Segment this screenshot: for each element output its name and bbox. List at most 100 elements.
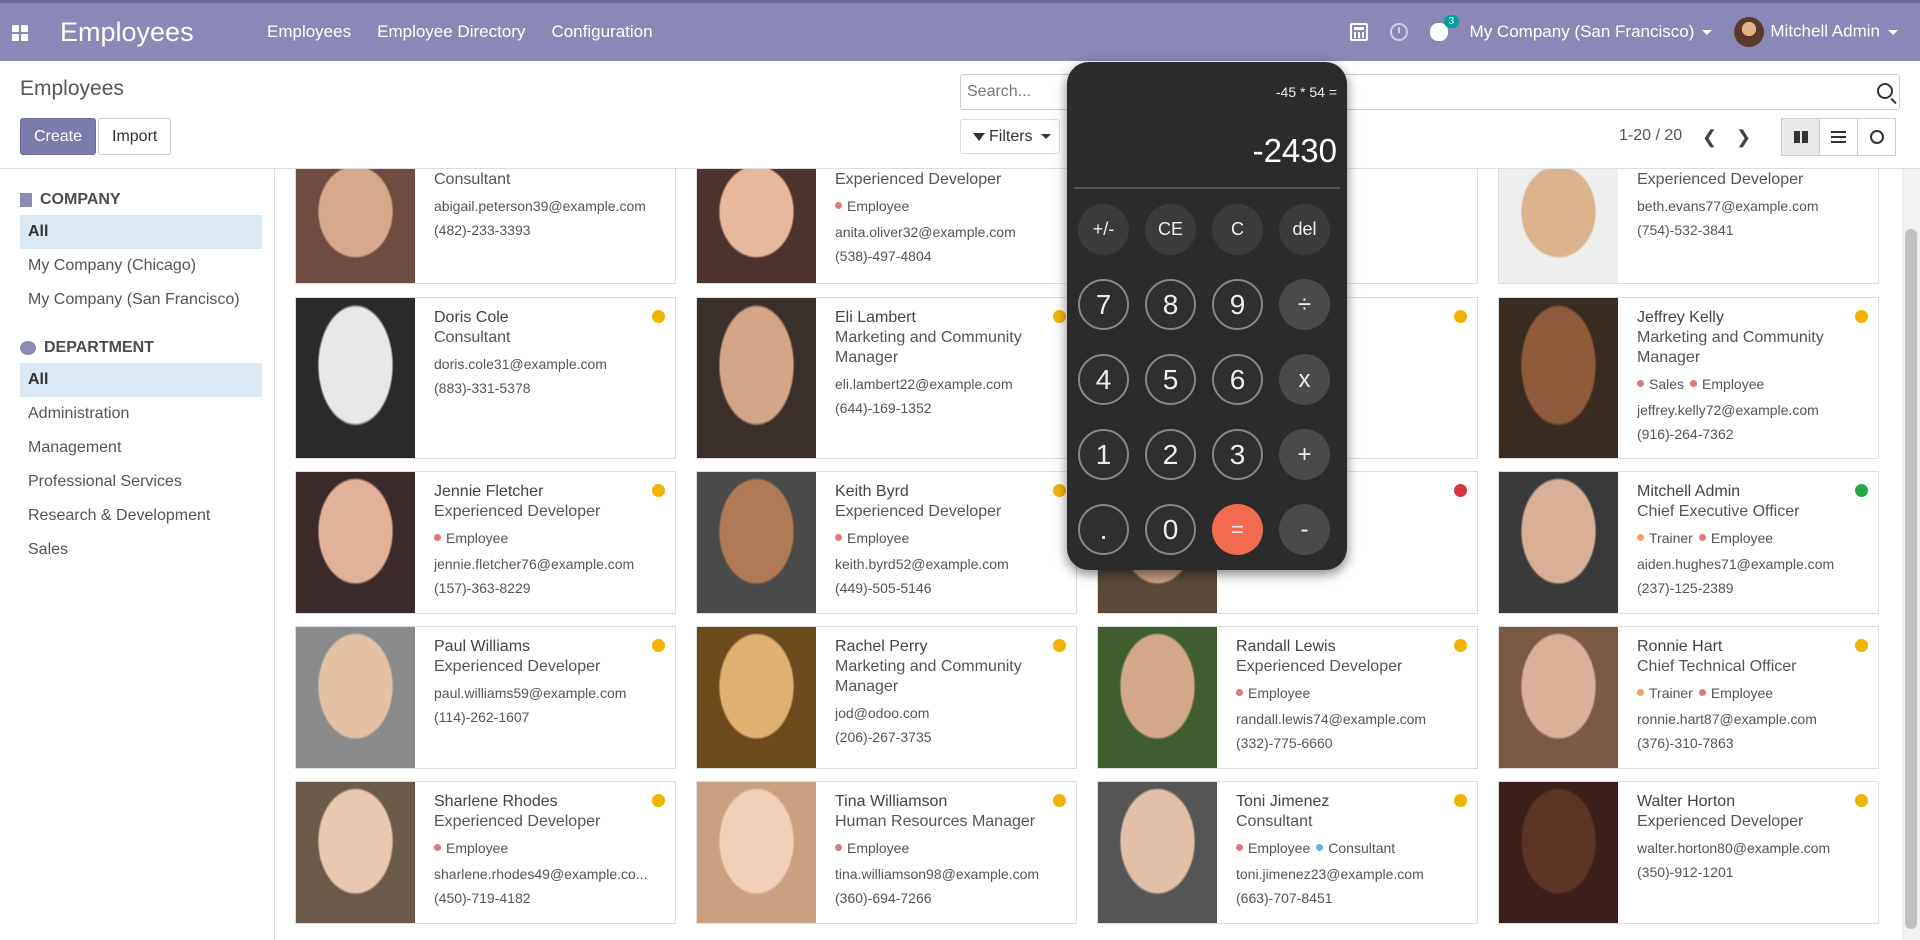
- calculator-key[interactable]: ÷: [1279, 279, 1330, 330]
- employee-card[interactable]: Consultant abigail.peterson39@example.com…: [295, 169, 676, 284]
- employee-name[interactable]: Toni Jimenez: [1236, 792, 1469, 812]
- calculator-key[interactable]: 3: [1212, 429, 1263, 480]
- employee-card[interactable]: Experienced Developer Employee anita.olive…: [696, 169, 1077, 284]
- department-item-administration[interactable]: Administration: [20, 397, 262, 431]
- activity-clock-icon[interactable]: [1389, 23, 1408, 41]
- calculator-key[interactable]: 1: [1078, 429, 1129, 480]
- calculator-key[interactable]: .: [1078, 504, 1129, 555]
- tag-color-dot: [1316, 844, 1324, 851]
- calculator-key[interactable]: +/-: [1078, 204, 1129, 255]
- employee-tag: Trainer: [1637, 683, 1693, 703]
- import-button[interactable]: Import: [98, 118, 172, 155]
- company-switcher[interactable]: My Company (San Francisco): [1470, 22, 1713, 42]
- department-item-management[interactable]: Management: [20, 431, 262, 465]
- employee-tag: Trainer: [1637, 528, 1693, 548]
- chat-icon[interactable]: 3: [1429, 15, 1460, 41]
- employee-card[interactable]: Rachel Perry Marketing and Community Mana…: [696, 626, 1077, 769]
- calculator-key[interactable]: 7: [1078, 279, 1129, 330]
- create-button[interactable]: Create: [20, 118, 97, 155]
- apps-menu-icon[interactable]: [12, 25, 28, 41]
- calculator-key[interactable]: -: [1279, 504, 1330, 555]
- calculator-popup: -45 * 54 = -2430 +/- CE Cdel 7 8 9 ÷ 4 5 6 x 1 2 3 +. 0…: [1067, 62, 1347, 570]
- scrollbar-thumb[interactable]: [1905, 229, 1917, 929]
- department-item-research-development[interactable]: Research & Development: [20, 499, 262, 533]
- app-title[interactable]: Employees: [60, 17, 194, 48]
- employee-photo: [1499, 298, 1618, 458]
- employee-card[interactable]: Randall Lewis Experienced Developer Employ…: [1097, 626, 1478, 769]
- department-item-sales[interactable]: Sales: [20, 533, 262, 567]
- employee-name[interactable]: Randall Lewis: [1236, 637, 1469, 657]
- department-item-professional-services[interactable]: Professional Services: [20, 465, 262, 499]
- employee-card[interactable]: Walter Horton Experienced Developer walter…: [1498, 781, 1879, 924]
- company-item-chicago[interactable]: My Company (Chicago): [20, 249, 262, 283]
- calculator-key[interactable]: 4: [1078, 354, 1129, 405]
- employee-card[interactable]: Doris Cole Consultant doris.cole31@example…: [295, 297, 676, 459]
- employee-name[interactable]: Sharlene Rhodes: [434, 792, 667, 812]
- employee-tag: Employee: [1698, 528, 1773, 548]
- employee-info: Toni Jimenez Consultant Employee Consultant…: [1236, 792, 1469, 908]
- employee-name[interactable]: Tina Williamson: [835, 792, 1068, 812]
- calculator-key[interactable]: C: [1212, 204, 1263, 255]
- calculator-key[interactable]: 8: [1145, 279, 1196, 330]
- menu-employees[interactable]: Employees: [267, 22, 351, 42]
- employee-card[interactable]: Jeffrey Kelly Marketing and Community Man…: [1498, 297, 1879, 459]
- employee-photo: [296, 169, 415, 283]
- employee-job-title: Experienced Developer: [835, 503, 1002, 520]
- calculator-key[interactable]: 9: [1212, 279, 1263, 330]
- chevron-down-icon: [1040, 134, 1051, 139]
- employee-name[interactable]: Keith Byrd: [835, 482, 1068, 502]
- calculator-key[interactable]: 0: [1145, 504, 1196, 555]
- user-menu[interactable]: Mitchell Admin: [1734, 17, 1898, 47]
- employee-card[interactable]: Sharlene Rhodes Experienced Developer Empl…: [295, 781, 676, 924]
- pager-previous-icon[interactable]: ❮: [1702, 127, 1717, 148]
- search-icon[interactable]: [1877, 83, 1893, 99]
- calculator-key[interactable]: x: [1279, 354, 1330, 405]
- list-view-button[interactable]: [1819, 118, 1858, 156]
- employee-name[interactable]: Eli Lambert: [835, 308, 1068, 328]
- menu-configuration[interactable]: Configuration: [551, 22, 652, 42]
- filters-button[interactable]: Filters: [960, 119, 1060, 154]
- employee-card[interactable]: Ronnie Hart Chief Technical Officer Traine…: [1498, 626, 1879, 769]
- company-item-san-francisco[interactable]: My Company (San Francisco): [20, 283, 262, 317]
- calculator-key[interactable]: 5: [1145, 354, 1196, 405]
- calculator-key[interactable]: =: [1212, 504, 1263, 555]
- employee-card[interactable]: Keith Byrd Experienced Developer Employee k…: [696, 471, 1077, 614]
- employee-job-title: Experienced Developer: [434, 658, 601, 675]
- activity-view-button[interactable]: [1857, 118, 1896, 156]
- employee-card[interactable]: Toni Jimenez Consultant Employee Consultant…: [1097, 781, 1478, 924]
- employee-tags: Sales Employee: [1637, 372, 1870, 394]
- employee-name[interactable]: Mitchell Admin: [1637, 482, 1870, 502]
- calculator-key[interactable]: del: [1279, 204, 1330, 255]
- scrollbar[interactable]: [1902, 169, 1920, 940]
- employee-card[interactable]: Eli Lambert Marketing and Community Manag…: [696, 297, 1077, 459]
- employee-card[interactable]: Jennie Fletcher Experienced Developer Empl…: [295, 471, 676, 614]
- employee-name[interactable]: Walter Horton: [1637, 792, 1870, 812]
- calculator-key[interactable]: +: [1279, 429, 1330, 480]
- employee-name[interactable]: Ronnie Hart: [1637, 637, 1870, 657]
- employee-name[interactable]: Doris Cole: [434, 308, 667, 328]
- employee-name[interactable]: Paul Williams: [434, 637, 667, 657]
- department-title: DEPARTMENT: [44, 339, 154, 356]
- calculator-icon[interactable]: [1349, 23, 1368, 41]
- pager-value[interactable]: 1-20 / 20: [1619, 127, 1682, 145]
- menu-employee-directory[interactable]: Employee Directory: [377, 22, 525, 42]
- employee-tag: Employee: [835, 838, 909, 858]
- employee-email: randall.lewis74@example.com: [1236, 710, 1427, 727]
- employee-card[interactable]: Experienced Developer beth.evans77@exampl…: [1498, 169, 1879, 284]
- kanban-view-button[interactable]: [1781, 118, 1820, 156]
- employee-card[interactable]: Paul Williams Experienced Developer paul.w…: [295, 626, 676, 769]
- calculator-key[interactable]: 2: [1145, 429, 1196, 480]
- department-item-all[interactable]: All: [20, 363, 262, 397]
- company-item-all[interactable]: All: [20, 215, 262, 249]
- calculator-key[interactable]: 6: [1212, 354, 1263, 405]
- employee-tags: Employee: [434, 836, 667, 858]
- employee-tag: Employee: [1698, 683, 1773, 703]
- employee-name[interactable]: Rachel Perry: [835, 637, 1068, 657]
- employee-name[interactable]: Jennie Fletcher: [434, 482, 667, 502]
- calculator-key[interactable]: CE: [1145, 204, 1196, 255]
- pager-next-icon[interactable]: ❯: [1736, 127, 1751, 148]
- employee-email: beth.evans77@example.com: [1637, 198, 1819, 214]
- employee-name[interactable]: Jeffrey Kelly: [1637, 308, 1870, 328]
- employee-card[interactable]: Tina Williamson Human Resources Manager Em…: [696, 781, 1077, 924]
- employee-card[interactable]: Mitchell Admin Chief Executive Officer Tra…: [1498, 471, 1879, 614]
